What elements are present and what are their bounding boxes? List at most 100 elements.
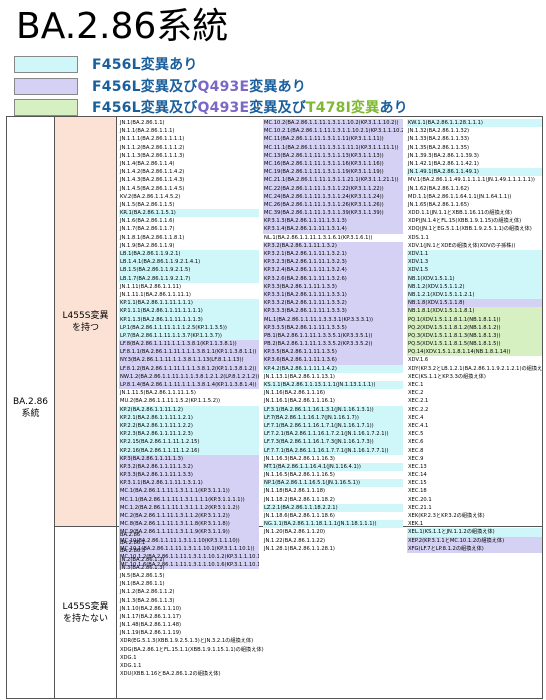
lineage-item: XEC.13 <box>408 463 427 470</box>
lineage-item: KP.2.16(BA.2.86.1.1.11.1.2.16) <box>119 446 259 455</box>
lineage-item: JN.1.11(BA.2.86.1.1.11) <box>120 283 182 290</box>
lineage-item: XEC.8 <box>408 447 424 454</box>
lineage-item: JN.1.4.3(BA.2.86.1.1.4.3) <box>120 177 185 184</box>
l455s-has-label: L455S変異 を持つ <box>62 310 109 333</box>
lineage-item: XDQ(JN.1とEG.5.1.1(XBB.1.9.2.5.1.1)の組換え体) <box>408 226 532 233</box>
lineage-item: KP.3.3.2(BA.2.86.1.1.11.1.3.3.2) <box>263 299 403 308</box>
lineage-item: MC.22(BA.2.86.1.1.11.1.3.1.1.22(KP.3.1.1… <box>263 184 403 193</box>
lineage-item: PQ.1(XDV.1.5.1.1.8.1.1(NB.1.8.1.1)) <box>407 315 542 324</box>
lineage-item: XDP(JN.1.4とFL.15(XBB.1.9.1.15)の組換え体) <box>408 218 522 225</box>
lineage-item: XDG.1.1 <box>120 663 142 669</box>
lineage-item: KP.3.2(BA.2.86.1.1.11.1.3.2) <box>263 241 403 250</box>
lineage-item: NW.1.2(BA.2.86.1.1.11.1.1.1.3.8.1.2.1.2(… <box>119 372 259 381</box>
lineage-item: XDV.1.1 <box>407 250 542 259</box>
lineage-item: XDS.1.1 <box>408 234 429 241</box>
lineage-item: JN.1.9(BA.2.86.1.1.9) <box>120 242 175 249</box>
lineage-column-3: KW.1.1(BA.2.86.1.1.28.1.1.1) JN.1.32(BA.2… <box>407 119 542 553</box>
lineage-column-4: BA.2.86 BA.2.86.1 BA.2.86.3 JN.2(BA.2.86.1.… <box>119 531 299 678</box>
lineage-item: KP.3.2(BA.2.86.1.1.11.1.3.2) <box>119 462 259 472</box>
lineage-item: JN.1.19(BA.2.86.1.1.19) <box>120 630 182 637</box>
lineage-item: MC.16(BA.2.86.1.1.11.1.3.1.1.16(KP.3.1.1… <box>263 159 403 169</box>
lineage-item: NB.1.2(XDV.1.5.1.1.2) <box>407 282 542 291</box>
lineage-item: KP.3.3(BA.2.86.1.1.11.1.3.3) <box>263 282 403 291</box>
lineage-item: MT.1(BA.2.86.1.1.16.4.1(JN.1.16.4.1)) <box>263 462 403 472</box>
legend-item-f456l-q493e: F456L変異及びQ493E変異あり <box>14 76 306 96</box>
lineage-item: LF.7.1(BA.2.86.1.1.16.1.7.1(JN.1.16.1.7.… <box>263 421 403 431</box>
page-title: BA.2.86系統 <box>16 6 229 47</box>
lineage-item: JN.1.32(BA.2.86.1.1.32) <box>408 128 470 135</box>
lineage-item: JN.1(BA.2.86.1.1) <box>120 581 165 588</box>
lineage-item: XEC.5 <box>408 431 424 438</box>
lineage-item: LB.1.4.1(BA.2.86.1.1.9.2.1.4.1) <box>119 258 259 267</box>
lineage-item: KP.3.2.1(BA.2.86.1.1.11.1.3.2.1) <box>263 250 403 259</box>
lineage-item: JN.1.1.1(BA.2.86.1.1.1.1) <box>120 136 185 143</box>
lineage-item: XEC.18 <box>408 488 427 495</box>
l455s-not-cell: L455S変異 を持たない <box>55 527 117 698</box>
lineage-item: NB.1(XDV.1.5.1.1) <box>407 274 542 283</box>
lineage-item: MC.26(BA.2.86.1.1.11.1.3.1.1.26(KP.3.1.1… <box>263 200 403 210</box>
lineage-item: JN.1.5(BA.2.86.1.1.5) <box>120 201 175 208</box>
lineage-item: JN.1.4.5(BA.2.86.1.1.4.5) <box>120 185 185 192</box>
lineage-item: MC.11(BA.2.86.1.1.11.1.3.1.1.11(KP.3.1.1… <box>263 135 403 144</box>
lineage-item: MC.39(BA.2.86.1.1.11.1.3.1.1.39(KP.3.1.1… <box>263 209 403 218</box>
ba286-lineage-cell: BA.2.86 系統 <box>7 117 55 698</box>
lineage-item: XEC.9 <box>408 455 424 462</box>
lineage-item: JN.1.16.5(BA.2.86.1.1.16.5) <box>264 472 335 479</box>
lineage-item: MC.10.2(BA.2.86.1.1.11.1.3.1.1.10.2(KP.3… <box>263 119 403 128</box>
lineage-item: MD.1.1(BA.2.86.1.1.64.1.1(JN.1.64.1.1)) <box>408 193 512 200</box>
legend-text-part: Q493E <box>197 100 250 116</box>
lineage-item: JN.1.11.5(BA.2.86.1.1.11.1.5) <box>120 390 196 397</box>
lineage-item: JN.1.62(BA.2.86.1.1.62) <box>408 185 470 192</box>
lineage-item: MV.1(BA.2.86.1.1.49.1.1.1.1.1(JN.1.49.1.… <box>408 177 535 184</box>
lineage-item: JN.1.3(BA.2.86.1.1.3) <box>120 597 175 604</box>
l455s-has-cell: L455S変異 を持つ <box>55 117 117 527</box>
lineage-item: JN.1.1.2(BA.2.86.1.1.1.2) <box>120 144 185 151</box>
lineage-item: KP.3.1.4(BA.2.86.1.1.11.1.3.1.4) <box>263 225 403 234</box>
lineage-item: XEC.15 <box>408 480 427 487</box>
lineage-item: KP.2(BA.2.86.1.1.11.1.2) <box>119 405 259 414</box>
lineage-item: XEC.2.2 <box>408 406 429 413</box>
legend-text-part: F456L <box>92 57 141 73</box>
lineage-item: PB.1(BA.2.86.1.1.11.1.3.3.5.1(KP.3.3.5.1… <box>263 331 403 341</box>
lineage-item: XEC.1 <box>408 382 424 388</box>
lineage-item: LP.8.1.4(BA.2.86.1.1.11.1.1.1.3.8.1.4(KP… <box>119 381 259 390</box>
legend-label: F456L変異あり <box>92 54 198 74</box>
lineage-item: KP.1.1.3(BA.2.86.1.1.11.1.1.1.3) <box>119 315 259 324</box>
lineage-item: BA.2.86.3 <box>120 548 146 555</box>
lineage-item: MC.1.2(BA.2.86.1.1.11.1.3.1.1.1.2(KP.3.1… <box>119 503 259 512</box>
ba286-lineage-label: BA.2.86 系統 <box>12 396 49 419</box>
lineage-item: PQ.2(XDV.1.5.1.1.8.1.2(NB.1.8.1.2)) <box>407 323 542 332</box>
lineage-item: JN.1.33(BA.2.86.1.1.33) <box>408 136 470 143</box>
lineage-item: MC.21.1(BA.2.86.1.1.11.1.3.1.1.21.1(KP.3… <box>263 176 403 185</box>
lineage-item: XEC.14 <box>408 472 427 479</box>
lineage-item: XEC.20.1 <box>408 496 432 503</box>
lineage-item: MC.1.1(BA.2.86.1.1.11.1.3.1.1.1.1(KP.3.1… <box>119 495 259 504</box>
lineage-item: JN.1.10(BA.2.86.1.1.10) <box>120 605 182 612</box>
lineage-item: MC.11.1(BA.2.86.1.1.11.1.3.1.1.11.1(KP.3… <box>263 143 403 152</box>
lineage-item: XDD.1.1(JN.1.1とXBB.1.16.11の組換え体) <box>408 210 513 217</box>
lineage-item: NP.1(BA.2.86.1.1.16.5.1(JN.1.16.5.1)) <box>263 479 403 488</box>
lineage-item: KP.2.1(BA.2.86.1.1.11.1.2.1) <box>119 413 259 422</box>
lineage-item: JN.1.65(BA.2.86.1.1.65) <box>408 201 470 208</box>
lineage-column-1: JN.1(BA.2.86.1.1) JN.1.1(BA.2.86.1.1.1) JN… <box>119 119 259 570</box>
legend-label: F456L変異及びQ493E変異及びT478I変異あり <box>92 97 408 117</box>
lineage-item: KP.1.1(BA.2.86.1.1.11.1.1.1) <box>119 299 259 308</box>
lineage-item: KP.2.2(BA.2.86.1.1.11.1.2.2) <box>119 421 259 431</box>
legend-text-part: Q493E <box>197 79 250 95</box>
legend-swatch-cyan <box>14 55 78 73</box>
lineage-item: JN.1.13.1(BA.2.86.1.1.13.1) <box>264 373 335 380</box>
lineage-item: KP.3.6(BA.2.86.1.1.11.1.3.6) <box>263 356 403 365</box>
lineage-item: XEC.2 <box>408 390 424 397</box>
lineage-item: KP.3.3(BA.2.86.1.1.11.1.3.3) <box>119 471 259 480</box>
lineage-table: BA.2.86 系統 L455S変異 を持つ L455S変異 を持たない JN.… <box>6 116 543 699</box>
lineage-item: JN.1.4.2(BA.2.86.1.1.4.2) <box>120 169 185 176</box>
lineage-item: LF.7.3(BA.2.86.1.1.16.1.7.3(JN.1.16.1.7.… <box>263 438 403 447</box>
lineage-item: JN.1(BA.2.86.1.1) <box>120 120 165 126</box>
lineage-item: NB.1.8.1(XDV.1.5.1.1.8.1) <box>407 307 542 316</box>
lineage-item: LF.8.1.1(BA.2.86.1.1.11.1.1.1.3.8.1.1(KP… <box>119 348 259 357</box>
lineage-item: LB.1(BA.2.86.1.1.9.2.1) <box>119 250 259 259</box>
lineage-item: LB.1.7(BA.2.86.1.1.9.2.1.7) <box>119 274 259 283</box>
lineage-item: JN.1.42.1(BA.2.86.1.1.42.1) <box>408 160 479 167</box>
lineage-item: NY.3(BA.2.86.1.1.11.1.1.3.8.1.1.13(LF.8.… <box>119 356 259 365</box>
lineage-item: JN.3(BA.2.86.1.3) <box>120 564 165 571</box>
